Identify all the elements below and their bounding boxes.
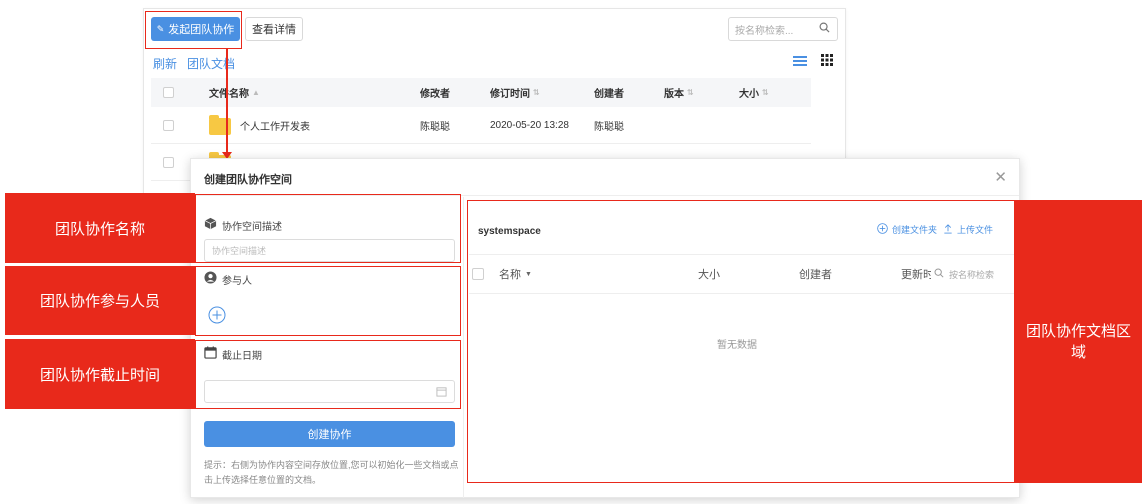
annotation-docs-frame: [467, 200, 1015, 483]
col-modifier: 修改者: [420, 78, 450, 107]
annotation-members-frame: [195, 266, 461, 336]
hint-text: 提示：右侧为协作内容空间存放位置,您可以初始化一些文档或点击上传选择任意位置的文…: [204, 460, 459, 485]
col-size-label: 大小: [739, 89, 759, 100]
sort-icon: ⇅: [762, 88, 769, 97]
row-checkbox[interactable]: [163, 144, 174, 180]
col-version-label: 版本: [664, 89, 684, 100]
grid-view-icon[interactable]: [821, 53, 833, 71]
annotation-members-label: 团队协作参与人员: [5, 266, 195, 335]
col-time-label: 修订时间: [490, 89, 530, 100]
annotation-docs-label: 团队协作文档区域: [1015, 200, 1142, 483]
annotation-deadline-label: 团队协作截止时间: [5, 339, 195, 409]
col-size[interactable]: 大小 ⇅: [739, 78, 769, 107]
close-icon[interactable]: ✕: [994, 168, 1007, 186]
file-modifier: 陈聪聪: [420, 121, 450, 133]
list-view-icon[interactable]: [793, 54, 807, 72]
row-checkbox[interactable]: [163, 107, 174, 143]
file-table-header: 文件名称 ▲ 修改者 修订时间 ⇅ 创建者 版本 ⇅ 大小 ⇅: [151, 78, 811, 107]
annotation-name-frame: [195, 194, 461, 263]
sort-icon: ⇅: [533, 88, 540, 97]
col-filename[interactable]: 文件名称 ▲: [209, 78, 260, 107]
col-modifier-label: 修改者: [420, 89, 450, 100]
start-collab-highlight: [145, 11, 242, 49]
file-creator: 陈聪聪: [594, 121, 624, 133]
annotation-arrow: [226, 49, 228, 155]
file-time: 2020-05-20 13:28: [490, 119, 569, 131]
search-placeholder: 按名称检索...: [735, 25, 794, 37]
annotation-name-label: 团队协作名称: [5, 193, 195, 263]
col-creator: 创建者: [594, 78, 624, 107]
col-filename-label: 文件名称: [209, 89, 249, 100]
modal-header: 创建团队协作空间 ✕: [191, 159, 1019, 196]
view-details-label: 查看详情: [252, 24, 296, 36]
col-version[interactable]: 版本 ⇅: [664, 78, 694, 107]
modal-title: 创建团队协作空间: [204, 174, 292, 186]
search-icon: [819, 22, 830, 36]
view-details-button[interactable]: 查看详情: [245, 17, 303, 41]
col-time[interactable]: 修订时间 ⇅: [490, 78, 540, 107]
refresh-link[interactable]: 刷新: [153, 55, 177, 72]
sort-icon: ⇅: [687, 88, 694, 97]
divider: [463, 197, 464, 498]
file-name[interactable]: 个人工作开发表: [240, 107, 310, 143]
create-collab-button[interactable]: 创建协作: [204, 421, 455, 447]
select-all-checkbox[interactable]: [163, 78, 174, 107]
col-creator-label: 创建者: [594, 89, 624, 100]
table-row[interactable]: 个人工作开发表 陈聪聪 2020-05-20 13:28 陈聪聪: [151, 107, 811, 144]
sort-asc-icon: ▲: [252, 88, 260, 97]
search-input[interactable]: 按名称检索...: [728, 17, 838, 41]
annotation-deadline-frame: [195, 340, 461, 409]
